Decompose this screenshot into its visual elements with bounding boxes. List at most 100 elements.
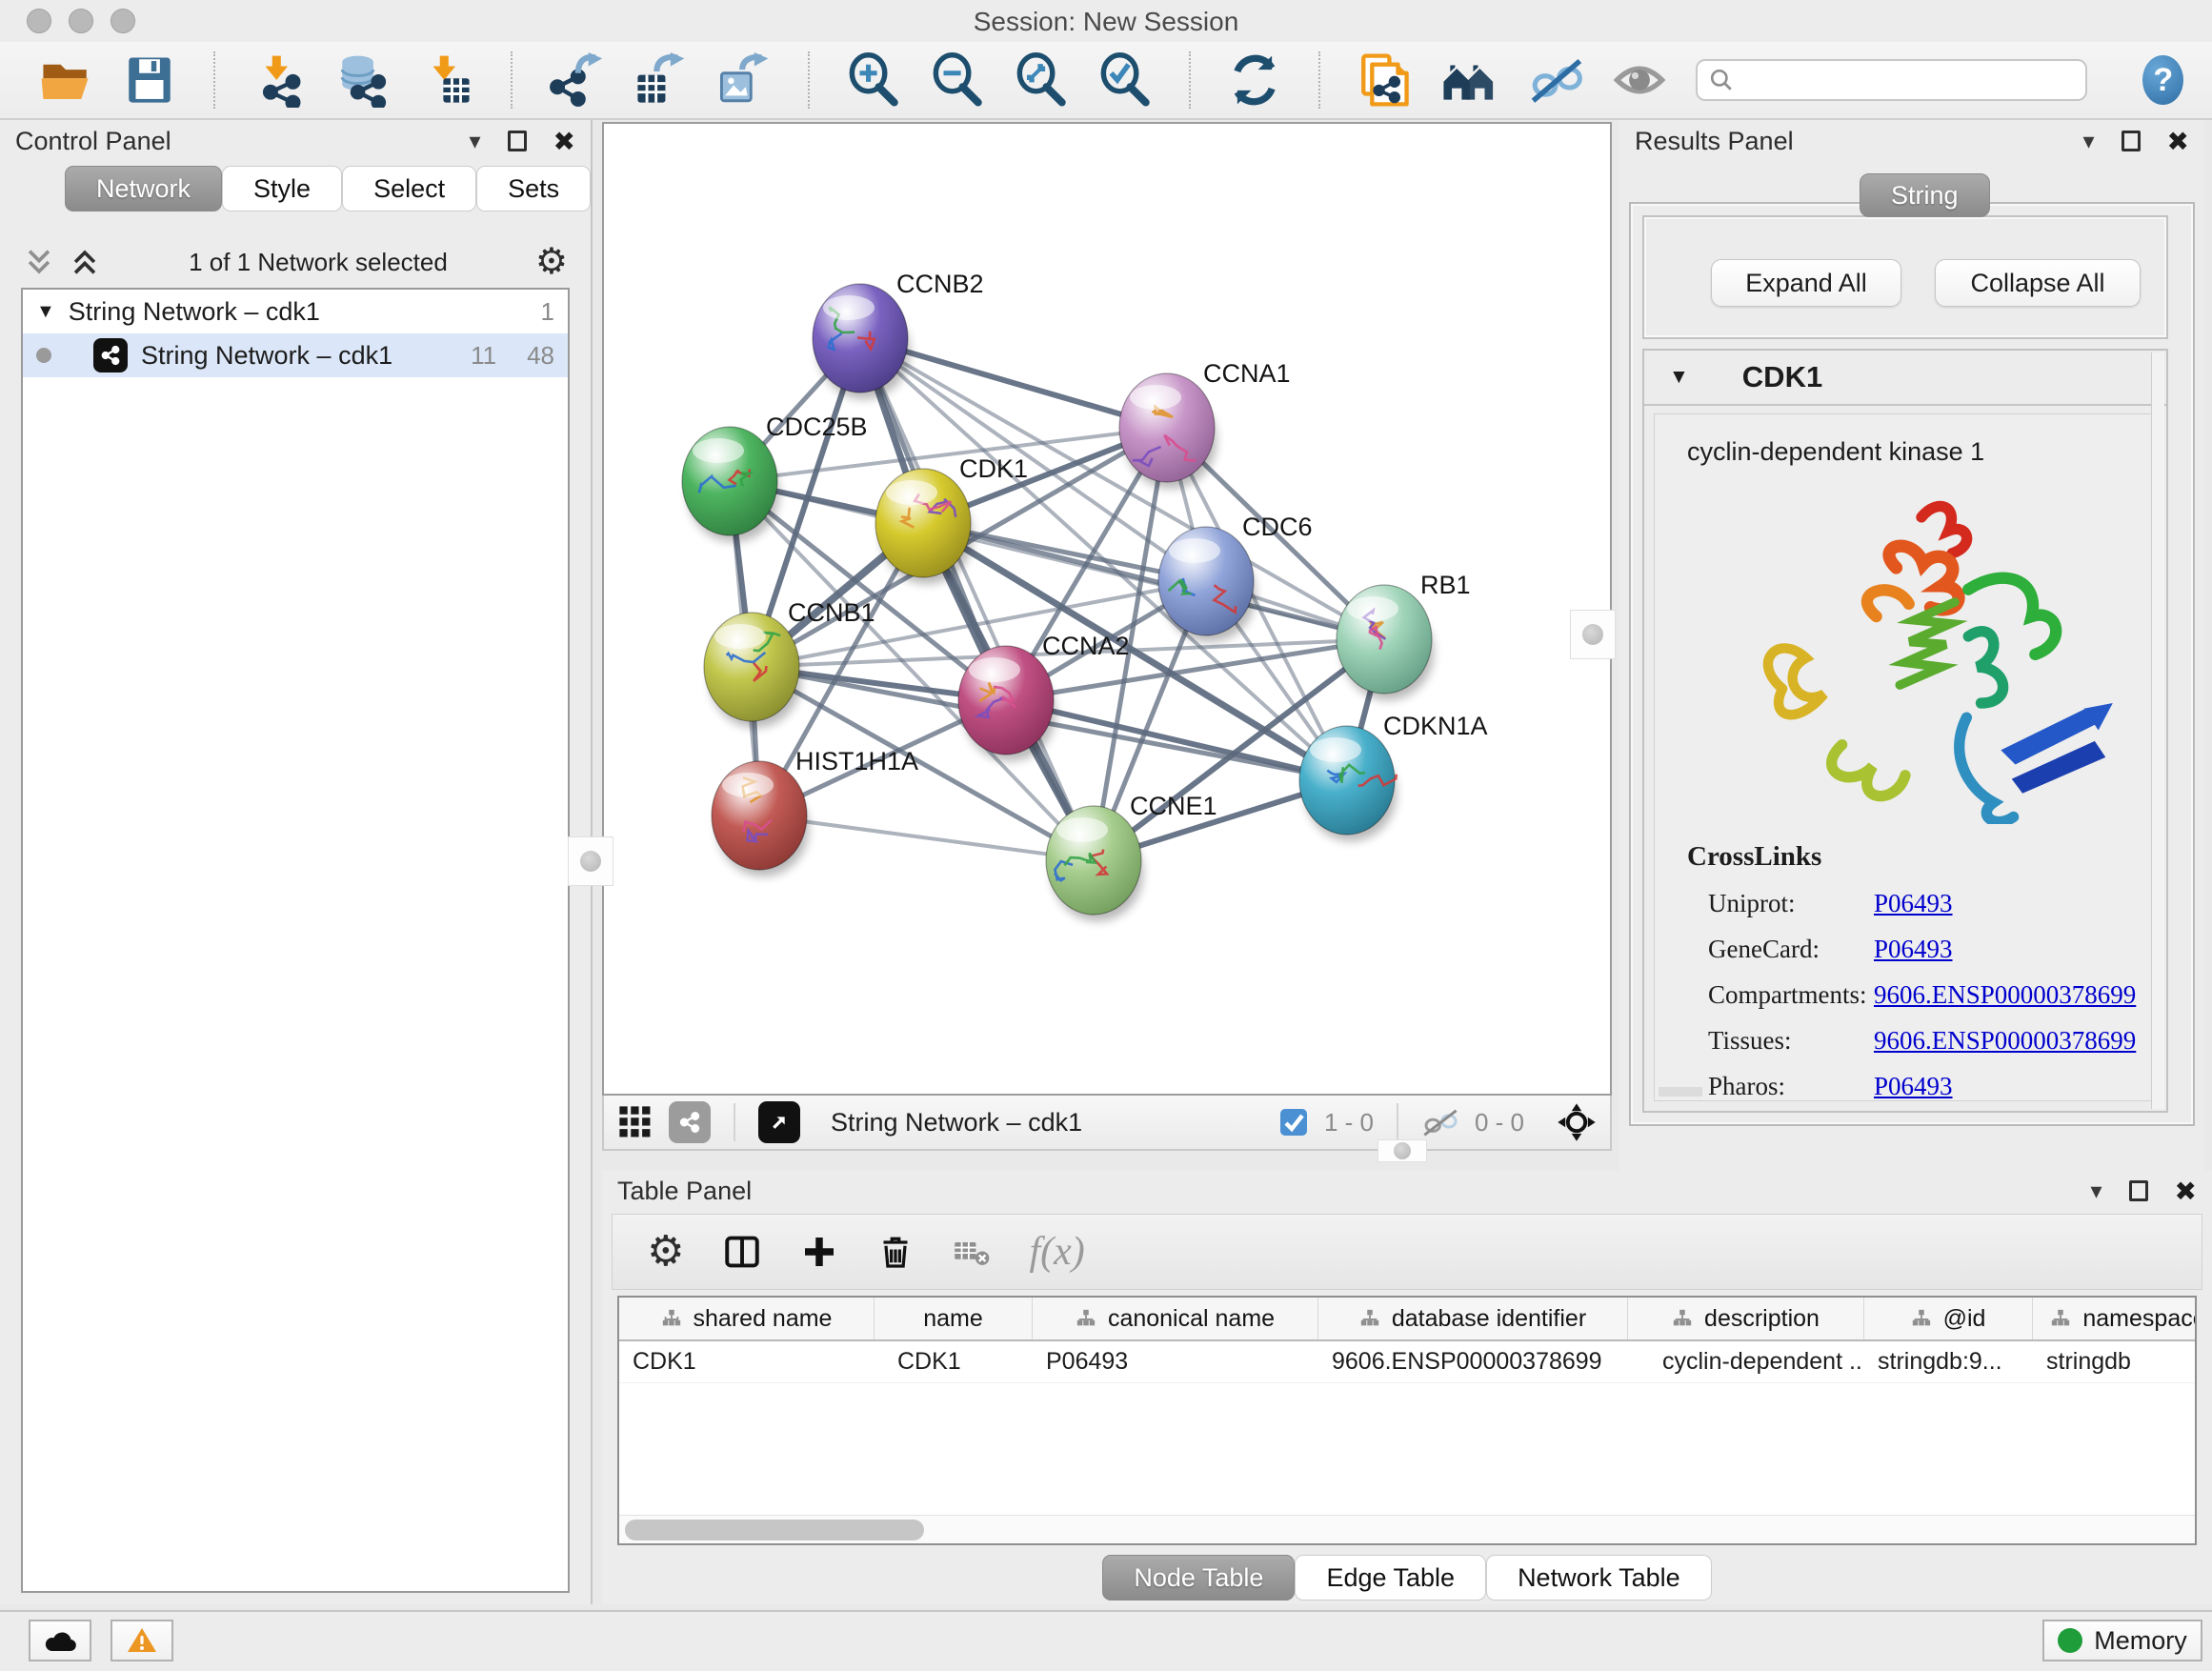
panel-float-icon[interactable] (2122, 131, 2141, 151)
results-vscroll-track[interactable] (2151, 352, 2164, 1109)
tab-sets[interactable]: Sets (476, 166, 591, 211)
crosslink-link[interactable]: 9606.ENSP00000378699 (1874, 1026, 2136, 1056)
cloud-status-button[interactable] (29, 1620, 91, 1661)
collapse-all-chevrons-icon[interactable] (69, 246, 101, 278)
collapse-all-button[interactable]: Collapse All (1935, 259, 2141, 307)
column-header[interactable]: shared name (619, 1298, 875, 1339)
zoom-selected-icon[interactable] (1097, 50, 1153, 110)
export-table-icon[interactable] (633, 50, 688, 110)
column-header[interactable]: canonical name (1033, 1298, 1318, 1339)
network-node-CCNB2[interactable]: CCNB2 (813, 270, 984, 399)
open-in-new-window-icon[interactable] (758, 1101, 800, 1143)
import-table-file-icon[interactable] (419, 50, 474, 110)
expand-all-chevrons-icon[interactable] (23, 246, 55, 278)
refresh-layout-icon[interactable] (1227, 50, 1282, 110)
table-hscroll-thumb[interactable] (625, 1520, 924, 1540)
panel-close-icon[interactable]: ✖ (2167, 126, 2189, 157)
expand-all-button[interactable]: Expand All (1711, 259, 1901, 307)
create-column-plus-icon[interactable] (800, 1233, 838, 1271)
tab-select[interactable]: Select (342, 166, 476, 211)
eye-icon[interactable] (1612, 50, 1667, 110)
panel-close-icon[interactable]: ✖ (553, 126, 575, 157)
tab-network-table[interactable]: Network Table (1486, 1555, 1712, 1601)
network-node-CDC25B[interactable]: CDC25B (682, 413, 868, 542)
zoom-out-icon[interactable] (930, 50, 985, 110)
export-network-icon[interactable] (549, 50, 604, 110)
crosslink-link[interactable]: P06493 (1874, 935, 1953, 964)
column-header[interactable]: @id (1864, 1298, 2033, 1339)
panel-float-icon[interactable] (508, 131, 527, 151)
tree-caret-icon[interactable]: ▼ (36, 301, 55, 323)
column-header[interactable]: database identifier (1318, 1298, 1628, 1339)
column-header[interactable]: description (1628, 1298, 1864, 1339)
search-input[interactable] (1741, 67, 2074, 93)
table-settings-gear-icon[interactable]: ⚙ (647, 1231, 684, 1273)
network-canvas[interactable]: CCNB2CCNA1CDC25BCDK1CDC6RB1CCNB1CCNA2CDK… (602, 122, 1612, 1096)
save-session-icon[interactable] (122, 50, 177, 110)
table-cell[interactable]: stringdb (2033, 1341, 2197, 1382)
column-header[interactable]: namespace (2033, 1298, 2197, 1339)
network-edge[interactable] (1006, 700, 1347, 780)
import-network-file-icon[interactable] (251, 50, 307, 110)
network-node-CCNA1[interactable]: CCNA1 (1119, 359, 1291, 489)
export-image-icon[interactable] (716, 50, 772, 110)
zoom-fit-icon[interactable] (1014, 50, 1069, 110)
splitter-handle-right[interactable] (1570, 610, 1616, 659)
results-hscroll-thumb[interactable] (1659, 1087, 1702, 1097)
table-cell[interactable]: stringdb:9... (1864, 1341, 2033, 1382)
open-file-icon[interactable] (38, 50, 93, 110)
column-header[interactable]: name (875, 1298, 1033, 1339)
table-cell[interactable]: CDK1 (619, 1341, 875, 1382)
splitter-handle-left[interactable] (568, 836, 613, 886)
show-columns-icon[interactable] (722, 1232, 762, 1272)
crosslink-link[interactable]: 9606.ENSP00000378699 (1874, 980, 2136, 1010)
birdseye-toggle-crosshair-icon[interactable] (1557, 1102, 1597, 1142)
warning-status-button[interactable] (111, 1620, 173, 1661)
network-graph[interactable]: CCNB2CCNA1CDC25BCDK1CDC6RB1CCNB1CCNA2CDK… (604, 124, 1610, 1094)
enhanced-graphics-icon[interactable] (1528, 50, 1583, 110)
network-edge[interactable] (759, 815, 1094, 860)
table-hscroll-track[interactable] (619, 1515, 2195, 1543)
table-cell[interactable]: cyclin-dependent ... (1628, 1341, 1864, 1382)
function-builder-icon[interactable]: f(x) (1029, 1229, 1084, 1275)
network-node-RB1[interactable]: RB1 (1337, 571, 1471, 700)
entry-caret-icon[interactable]: ▼ (1669, 366, 1689, 389)
help-icon[interactable]: ? (2142, 55, 2183, 105)
memory-button[interactable]: Memory (2042, 1620, 2202, 1661)
tab-style[interactable]: Style (222, 166, 342, 211)
tab-network[interactable]: Network (65, 166, 222, 211)
splitter-handle-bottom[interactable] (1377, 1139, 1427, 1162)
search-box[interactable] (1696, 59, 2087, 101)
panel-menu-icon[interactable]: ▾ (2082, 128, 2094, 155)
table-cell[interactable]: P06493 (1033, 1341, 1318, 1382)
delete-table-icon[interactable] (953, 1236, 991, 1268)
tab-edge-table[interactable]: Edge Table (1295, 1555, 1486, 1601)
node-entry-header[interactable]: ▼ CDK1 (1644, 351, 2166, 406)
tab-string[interactable]: String (1860, 173, 1990, 217)
import-network-database-icon[interactable] (335, 50, 391, 110)
crosslink-link[interactable]: P06493 (1874, 889, 1953, 918)
network-node-CDKN1A[interactable]: CDKN1A (1299, 712, 1488, 841)
network-edge[interactable] (860, 338, 1094, 860)
crosslink-link[interactable]: P06493 (1874, 1072, 1953, 1101)
panel-float-icon[interactable] (2129, 1180, 2148, 1201)
network-options-gear-icon[interactable]: ⚙ (535, 244, 568, 280)
panel-close-icon[interactable]: ✖ (2175, 1176, 2197, 1207)
network-type-badge-icon[interactable] (669, 1101, 711, 1143)
homes-icon[interactable] (1440, 50, 1499, 110)
panel-menu-icon[interactable]: ▾ (2090, 1178, 2101, 1205)
network-row[interactable]: String Network – cdk1 11 48 (23, 333, 568, 377)
tab-node-table[interactable]: Node Table (1102, 1555, 1295, 1601)
delete-column-trash-icon[interactable] (876, 1233, 915, 1271)
panel-menu-icon[interactable]: ▾ (469, 128, 480, 155)
selected-checkbox-icon[interactable] (1278, 1107, 1309, 1137)
hidden-eye-icon[interactable] (1421, 1107, 1459, 1137)
network-collection-row[interactable]: ▼ String Network – cdk1 1 (23, 290, 568, 333)
birdseye-view-icon[interactable] (617, 1104, 654, 1140)
zoom-in-icon[interactable] (846, 50, 901, 110)
table-row[interactable]: CDK1 CDK1 P06493 9606.ENSP00000378699 cy… (619, 1341, 2195, 1383)
network-node-HIST1H1A[interactable]: HIST1H1A (712, 747, 918, 876)
table-cell[interactable]: CDK1 (875, 1341, 1033, 1382)
string-document-icon[interactable] (1357, 50, 1412, 110)
table-cell[interactable]: 9606.ENSP00000378699 (1318, 1341, 1628, 1382)
